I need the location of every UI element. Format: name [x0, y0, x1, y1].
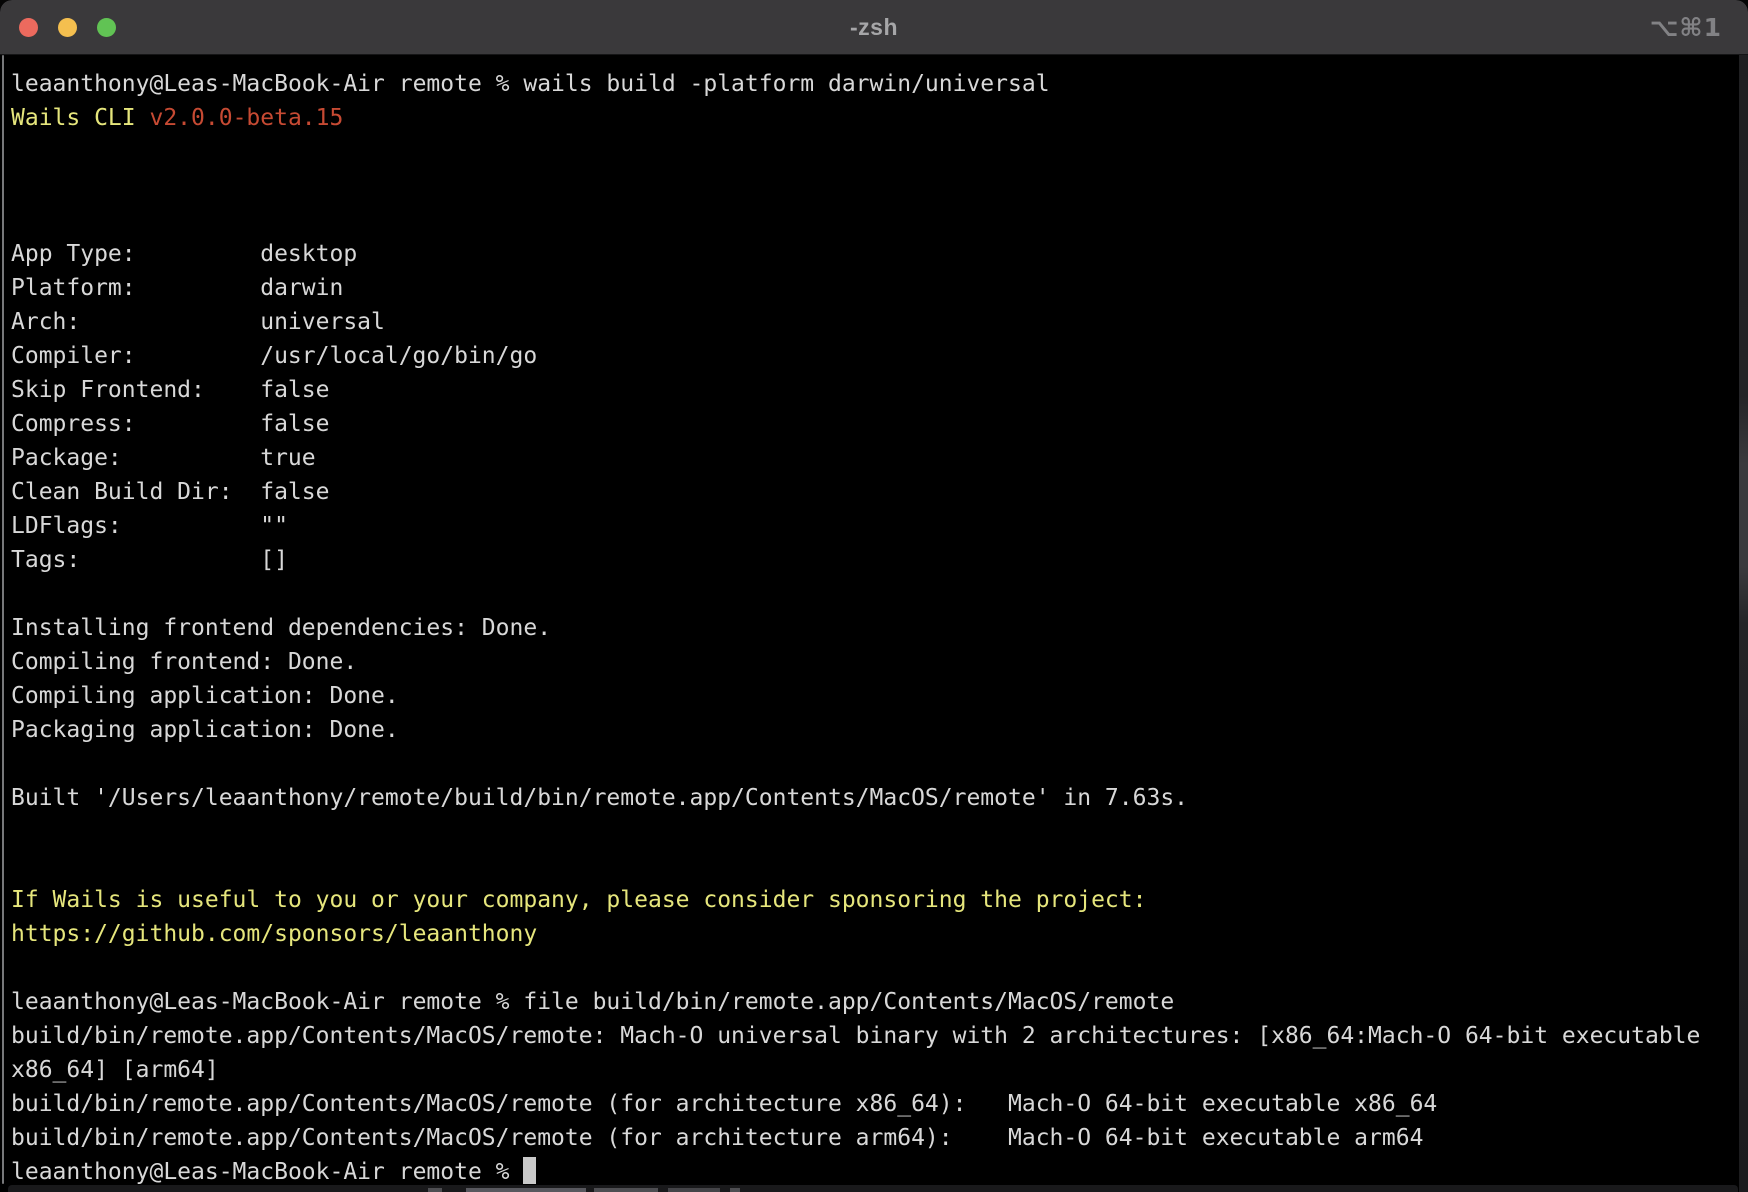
build-option-value: desktop	[260, 241, 357, 267]
terminal-line: Compiling frontend: Done.	[11, 645, 1739, 679]
terminal-text-segment: leaanthony@Leas-MacBook-Air remote %	[11, 1159, 523, 1185]
terminal-blank-line	[11, 849, 1739, 883]
terminal-text-segment: Wails CLI	[11, 105, 149, 131]
terminal-blank-line	[11, 815, 1739, 849]
build-option-label: Arch:	[11, 305, 260, 339]
terminal-text-segment: Compiling application: Done.	[11, 683, 399, 709]
build-option-label: Platform:	[11, 271, 260, 305]
build-option-row: Tags:[]	[11, 543, 1739, 577]
terminal-text-segment: build/bin/remote.app/Contents/MacOS/remo…	[11, 1023, 1700, 1049]
terminal-line: build/bin/remote.app/Contents/MacOS/remo…	[11, 1019, 1739, 1053]
build-option-value: false	[260, 377, 329, 403]
build-option-value: false	[260, 479, 329, 505]
terminal-text-segment: Compiling frontend: Done.	[11, 649, 357, 675]
build-option-row: Clean Build Dir:false	[11, 475, 1739, 509]
build-option-label: Tags:	[11, 543, 260, 577]
terminal-blank-line	[11, 203, 1739, 237]
background-text-smudge	[428, 1188, 442, 1192]
traffic-lights	[19, 0, 116, 54]
build-option-label: Compress:	[11, 407, 260, 441]
terminal-cursor	[523, 1157, 536, 1184]
build-option-value: []	[260, 547, 288, 573]
terminal-line: https://github.com/sponsors/leaanthony	[11, 917, 1739, 951]
build-option-label: Clean Build Dir:	[11, 475, 260, 509]
terminal-line: If Wails is useful to you or your compan…	[11, 883, 1739, 917]
terminal-blank-line	[11, 169, 1739, 203]
build-option-label: Skip Frontend:	[11, 373, 260, 407]
terminal-line: Compiling application: Done.	[11, 679, 1739, 713]
build-option-row: Compress:false	[11, 407, 1739, 441]
terminal-blank-line	[11, 135, 1739, 169]
terminal-line: Packaging application: Done.	[11, 713, 1739, 747]
build-option-row: Arch:universal	[11, 305, 1739, 339]
close-button[interactable]	[19, 18, 38, 37]
build-option-label: LDFlags:	[11, 509, 260, 543]
terminal-text-segment: If Wails is useful to you or your compan…	[11, 887, 1146, 913]
titlebar[interactable]: -zsh ⌥⌘1	[0, 0, 1748, 55]
terminal-line: build/bin/remote.app/Contents/MacOS/remo…	[11, 1121, 1739, 1155]
terminal-text-segment: v2.0.0-beta.15	[149, 105, 343, 131]
terminal-blank-line	[11, 577, 1739, 611]
terminal-text-segment: https://github.com/sponsors/leaanthony	[11, 921, 537, 947]
build-option-value: false	[260, 411, 329, 437]
build-option-value: /usr/local/go/bin/go	[260, 343, 537, 369]
window-title: -zsh	[0, 0, 1748, 54]
terminal-blank-line	[11, 747, 1739, 781]
terminal-blank-line	[11, 951, 1739, 985]
terminal-text-segment: build/bin/remote.app/Contents/MacOS/remo…	[11, 1091, 1437, 1117]
terminal-text-segment: Built '/Users/leaanthony/remote/build/bi…	[11, 785, 1188, 811]
build-option-label: Package:	[11, 441, 260, 475]
terminal-line: build/bin/remote.app/Contents/MacOS/remo…	[11, 1087, 1739, 1121]
terminal-window: -zsh ⌥⌘1 leaanthony@Leas-MacBook-Air rem…	[0, 0, 1748, 1192]
terminal-line: leaanthony@Leas-MacBook-Air remote % wai…	[11, 67, 1739, 101]
terminal-line: Installing frontend dependencies: Done.	[11, 611, 1739, 645]
background-text-smudge	[668, 1188, 720, 1192]
build-option-value: true	[260, 445, 315, 471]
terminal-text-segment: Installing frontend dependencies: Done.	[11, 615, 551, 641]
terminal-line: x86_64] [arm64]	[11, 1053, 1739, 1087]
shell-prompt-line: leaanthony@Leas-MacBook-Air remote %	[11, 1155, 1739, 1189]
terminal-line: Wails CLI v2.0.0-beta.15	[11, 101, 1739, 135]
background-text-smudge	[466, 1188, 586, 1192]
window-left-edge-highlight	[2, 55, 4, 1184]
terminal-line: leaanthony@Leas-MacBook-Air remote % fil…	[11, 985, 1739, 1019]
background-window-right-sliver	[1737, 55, 1748, 1192]
build-option-row: Compiler:/usr/local/go/bin/go	[11, 339, 1739, 373]
keyboard-shortcut-badge: ⌥⌘1	[1650, 0, 1722, 54]
minimize-button[interactable]	[58, 18, 77, 37]
terminal-text-segment: leaanthony@Leas-MacBook-Air remote % wai…	[11, 71, 1050, 97]
background-window-bottom-sliver	[8, 1185, 1738, 1192]
background-text-smudge	[594, 1188, 658, 1192]
build-option-label: Compiler:	[11, 339, 260, 373]
terminal-text-segment: x86_64] [arm64]	[11, 1057, 219, 1083]
build-option-value: darwin	[260, 275, 343, 301]
terminal-text-segment: Packaging application: Done.	[11, 717, 399, 743]
terminal-line: Built '/Users/leaanthony/remote/build/bi…	[11, 781, 1739, 815]
build-option-row: Skip Frontend:false	[11, 373, 1739, 407]
zoom-button[interactable]	[97, 18, 116, 37]
build-option-value: ""	[260, 513, 288, 539]
build-option-row: LDFlags:""	[11, 509, 1739, 543]
build-option-row: App Type:desktop	[11, 237, 1739, 271]
background-text-smudge	[730, 1188, 740, 1192]
build-option-label: App Type:	[11, 237, 260, 271]
build-option-value: universal	[260, 309, 385, 335]
build-option-row: Package:true	[11, 441, 1739, 475]
terminal-screen[interactable]: leaanthony@Leas-MacBook-Air remote % wai…	[0, 55, 1739, 1192]
build-option-row: Platform:darwin	[11, 271, 1739, 305]
terminal-text-segment: leaanthony@Leas-MacBook-Air remote % fil…	[11, 989, 1174, 1015]
terminal-text-segment: build/bin/remote.app/Contents/MacOS/remo…	[11, 1125, 1423, 1151]
